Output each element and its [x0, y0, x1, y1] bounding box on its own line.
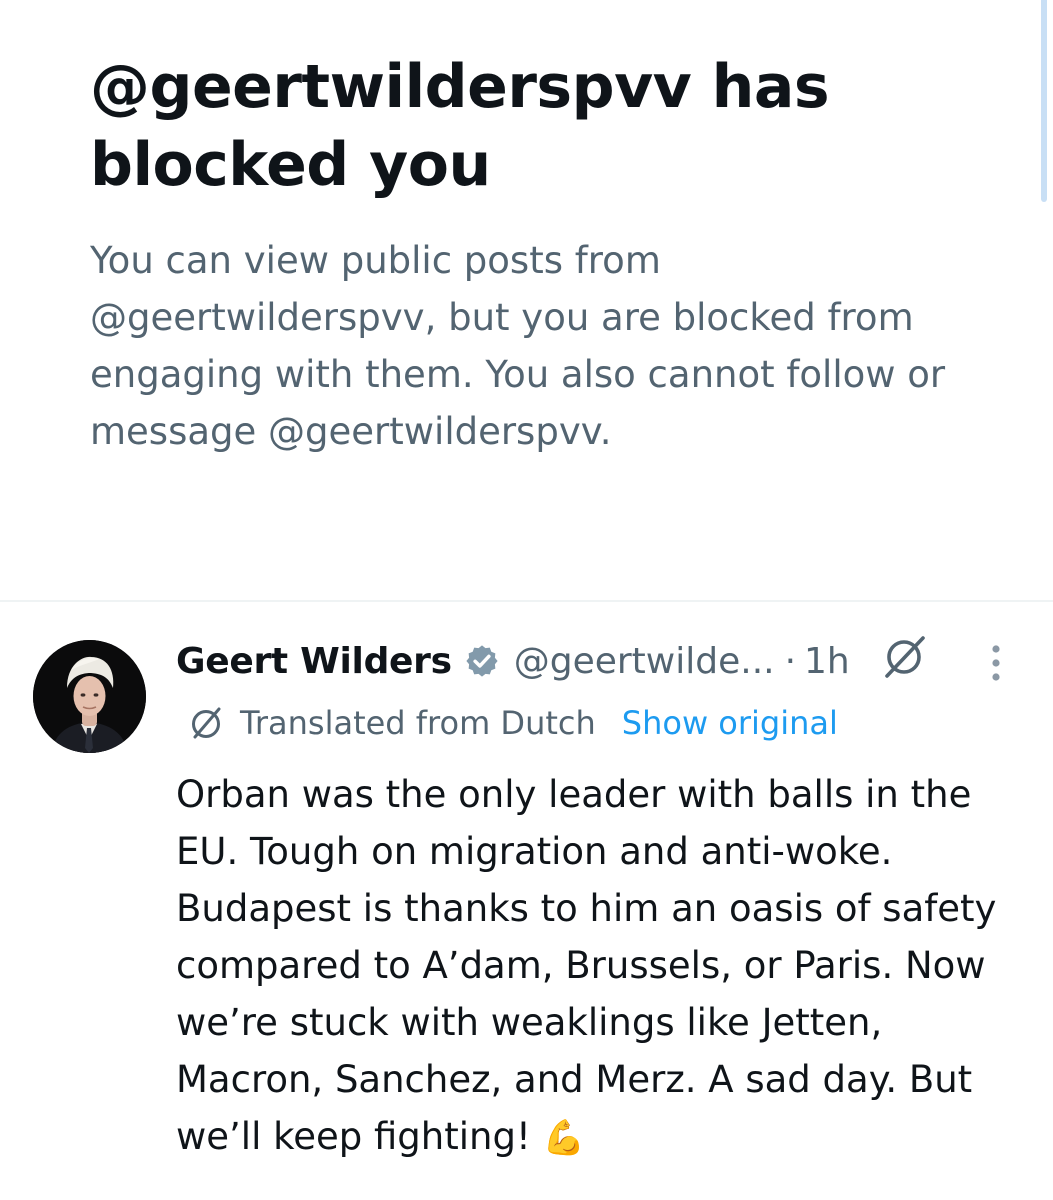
verified-badge-icon[interactable]	[464, 643, 500, 679]
avatar[interactable]	[33, 640, 146, 753]
translated-label: Translated from Dutch	[240, 704, 596, 742]
translate-icon	[192, 707, 221, 739]
blocked-profile-screen: @geertwilderspvv has blocked you You can…	[0, 0, 1053, 1200]
post-text: Orban was the only leader with balls in …	[176, 766, 1026, 1167]
header-separator: ·	[784, 640, 797, 682]
show-original-link[interactable]: Show original	[622, 704, 838, 742]
author-name[interactable]: Geert Wilders	[176, 641, 452, 682]
translation-row: Translated from Dutch Show original	[186, 698, 838, 748]
author-handle[interactable]: @geertwilde...	[514, 641, 775, 682]
block-description: You can view public posts from @geertwil…	[90, 239, 946, 453]
post-header: Geert Wilders @geertwilde... · 1h	[176, 634, 850, 688]
post[interactable]: Geert Wilders @geertwilde... · 1h Transl…	[0, 602, 1053, 1200]
more-vertical-icon[interactable]	[983, 643, 1009, 683]
block-notice: @geertwilderspvv has blocked you You can…	[90, 48, 990, 460]
post-text-body: Orban was the only leader with balls in …	[176, 773, 1009, 1158]
muscle-emoji: 💪	[542, 1118, 585, 1158]
grok-icon[interactable]	[880, 632, 928, 680]
block-title: @geertwilderspvv has blocked you	[90, 52, 830, 200]
post-time[interactable]: 1h	[804, 641, 850, 682]
scrollbar-thumb[interactable]	[1041, 0, 1047, 202]
